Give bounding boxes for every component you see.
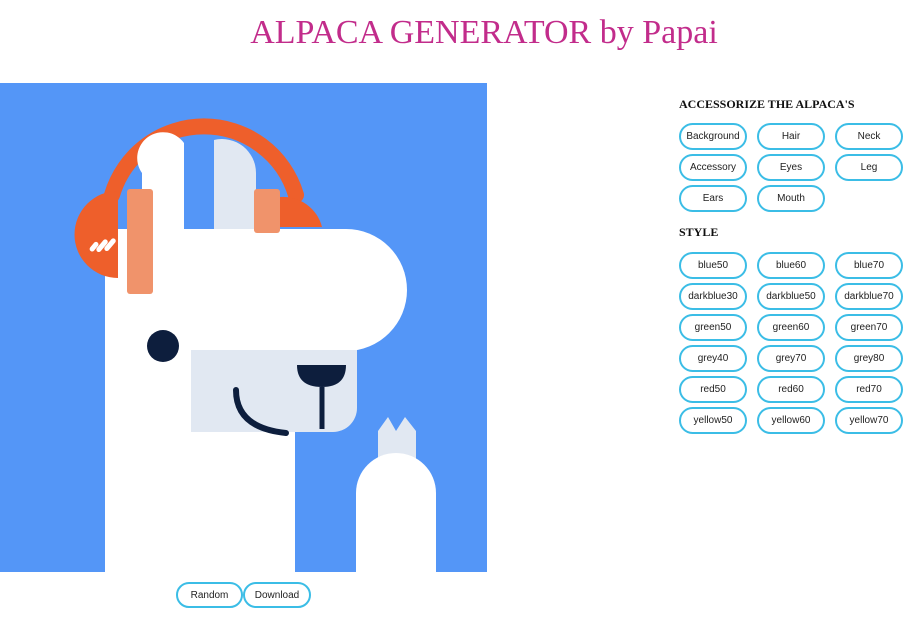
style-heading: STYLE [679, 225, 719, 239]
style-red60-button[interactable]: red60 [757, 376, 825, 403]
download-button[interactable]: Download [243, 582, 311, 608]
style-red50-button[interactable]: red50 [679, 376, 747, 403]
style-yellow70-button[interactable]: yellow70 [835, 407, 903, 434]
style-green50-button[interactable]: green50 [679, 314, 747, 341]
style-red70-button[interactable]: red70 [835, 376, 903, 403]
style-grey80-button[interactable]: grey80 [835, 345, 903, 372]
accessorize-heading: ACCESSORIZE THE ALPACA'S [679, 97, 855, 111]
leg [356, 453, 436, 572]
accessorize-ears-button[interactable]: Ears [679, 185, 747, 212]
alpaca-image [0, 83, 487, 572]
style-options: blue50 blue60 blue70 darkblue30 darkblue50 da… [679, 252, 903, 434]
style-darkblue30-button[interactable]: darkblue30 [679, 283, 747, 310]
style-green60-button[interactable]: green60 [757, 314, 825, 341]
page-title: ALPACA GENERATOR by Papai [250, 14, 718, 51]
headphone-pad-left [127, 189, 153, 294]
style-green70-button[interactable]: green70 [835, 314, 903, 341]
style-darkblue50-button[interactable]: darkblue50 [757, 283, 825, 310]
muzzle [191, 350, 357, 432]
accessorize-accessory-button[interactable]: Accessory [679, 154, 747, 181]
accessorize-background-button[interactable]: Background [679, 123, 747, 150]
accessorize-neck-button[interactable]: Neck [835, 123, 903, 150]
accessorize-leg-button[interactable]: Leg [835, 154, 903, 181]
style-blue70-button[interactable]: blue70 [835, 252, 903, 279]
random-button[interactable]: Random [176, 582, 243, 608]
accessorize-options: Background Hair Neck Accessory Eyes Leg Ears Mo… [679, 123, 903, 212]
accessorize-mouth-button[interactable]: Mouth [757, 185, 825, 212]
headphone-pad-right [254, 189, 280, 233]
style-grey40-button[interactable]: grey40 [679, 345, 747, 372]
accessorize-eyes-button[interactable]: Eyes [757, 154, 825, 181]
eye [147, 330, 179, 362]
style-blue50-button[interactable]: blue50 [679, 252, 747, 279]
alpaca-preview [0, 83, 487, 572]
style-blue60-button[interactable]: blue60 [757, 252, 825, 279]
style-grey70-button[interactable]: grey70 [757, 345, 825, 372]
style-yellow50-button[interactable]: yellow50 [679, 407, 747, 434]
accessorize-hair-button[interactable]: Hair [757, 123, 825, 150]
style-yellow60-button[interactable]: yellow60 [757, 407, 825, 434]
style-darkblue70-button[interactable]: darkblue70 [835, 283, 903, 310]
